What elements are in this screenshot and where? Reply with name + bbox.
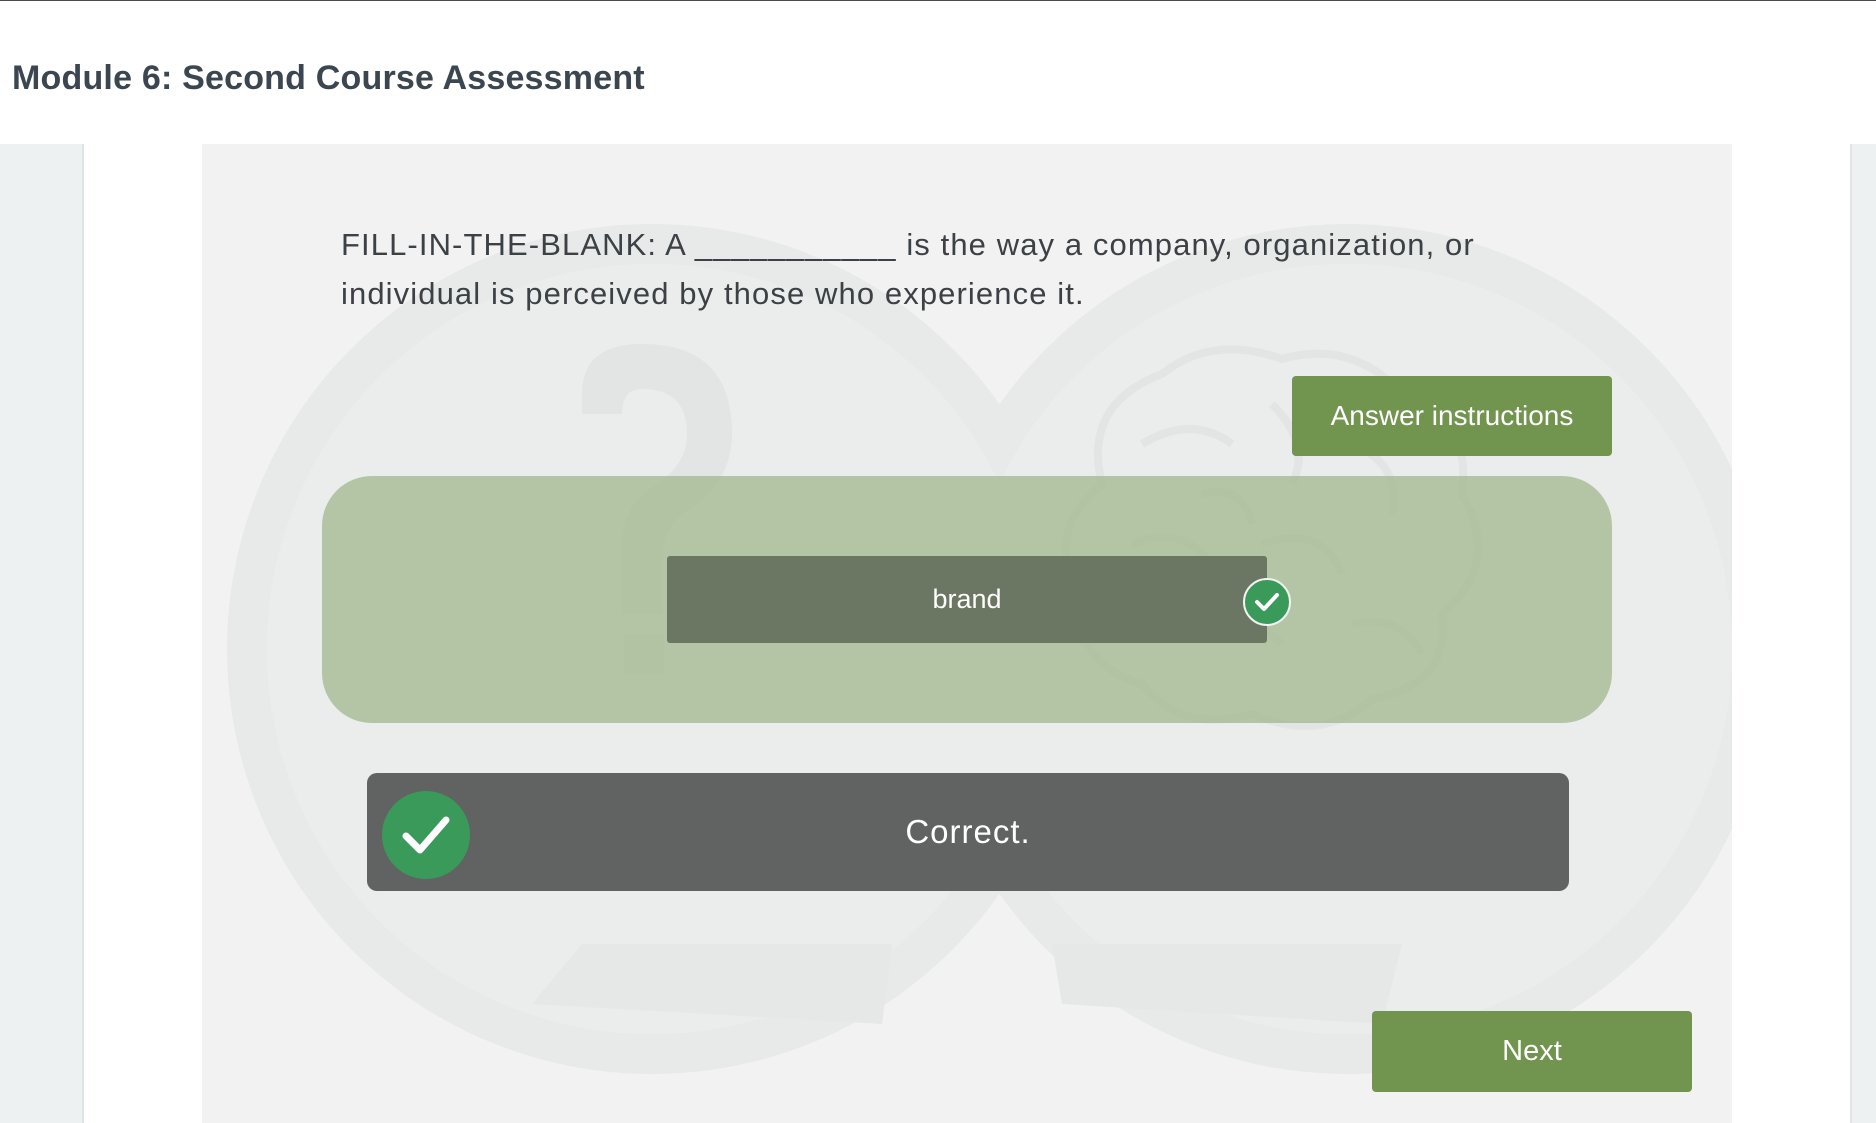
feedback-text: Correct. [905, 813, 1031, 850]
answer-chip[interactable]: brand [667, 556, 1267, 643]
checkmark-icon [1255, 593, 1279, 611]
question-card: FILL-IN-THE-BLANK: A ___________ is the … [202, 144, 1732, 1123]
answer-instructions-button[interactable]: Answer instructions [1292, 376, 1612, 456]
page-header: Module 6: Second Course Assessment [0, 1, 1876, 144]
question-text: FILL-IN-THE-BLANK: A ___________ is the … [341, 227, 1475, 311]
check-circle-icon [1243, 578, 1291, 626]
next-button[interactable]: Next [1372, 1011, 1692, 1092]
page-title: Module 6: Second Course Assessment [12, 59, 645, 97]
